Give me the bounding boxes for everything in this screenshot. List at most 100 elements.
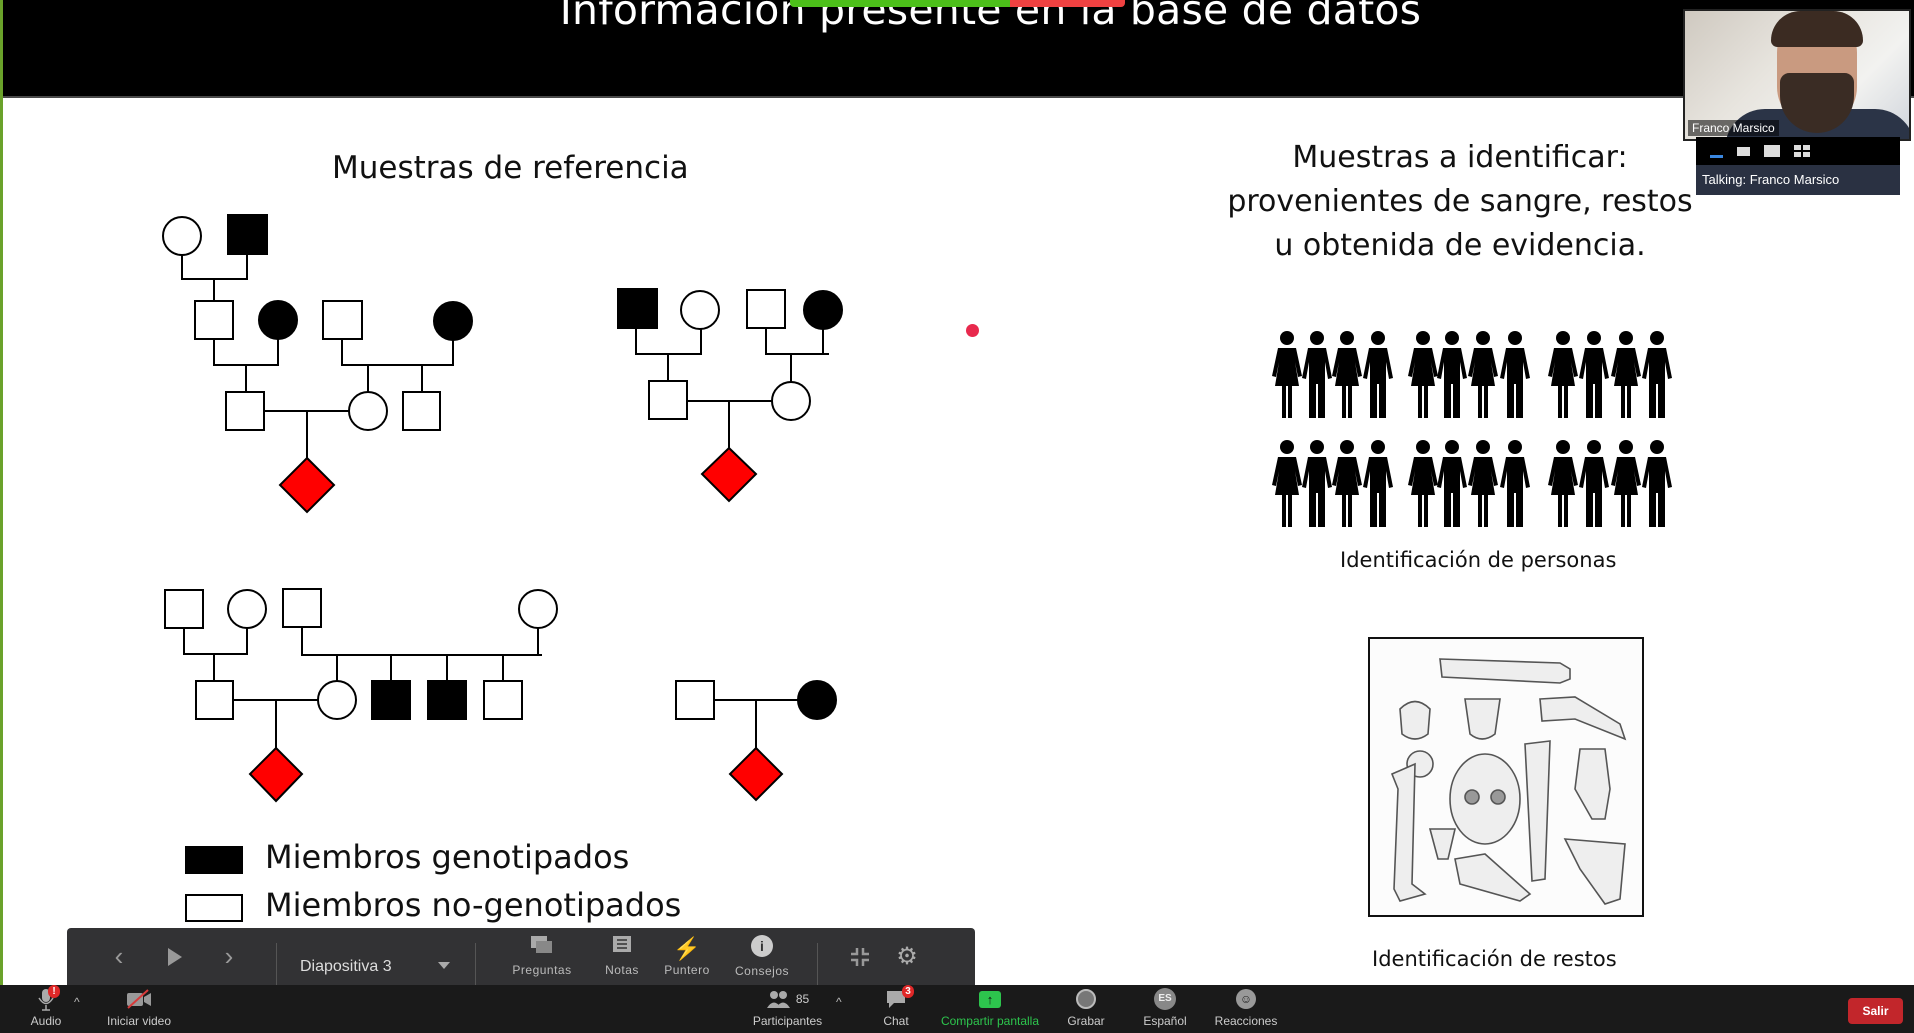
male-person-icon: [1363, 440, 1393, 527]
language-button[interactable]: ES Español: [1142, 985, 1188, 1033]
exit-fullscreen-icon[interactable]: [845, 928, 875, 985]
audio-button[interactable]: ! Audio: [26, 985, 66, 1033]
female-person-icon: [1332, 331, 1362, 418]
participants-icon: 85: [766, 985, 809, 1013]
female-person-icon: [1611, 331, 1641, 418]
record-icon-wrap: [1076, 985, 1096, 1013]
male-person-icon: [1579, 440, 1609, 527]
divider: [475, 943, 476, 985]
female-person-icon: [1548, 440, 1578, 527]
bones-illustration: [1368, 637, 1644, 917]
participants-label: Participantes: [752, 1014, 823, 1028]
skull-icon: [1449, 753, 1521, 845]
male-person-icon: [1500, 331, 1530, 418]
notes-icon: [613, 936, 631, 961]
scapula-icon: [1563, 838, 1626, 905]
female-person-icon: [1468, 331, 1498, 418]
slide-selector[interactable]: Diapositiva 3: [300, 958, 392, 976]
femur-icon: [1390, 762, 1427, 902]
notes-label: Notas: [605, 963, 639, 977]
participant-video[interactable]: Franco Marsico: [1683, 9, 1911, 141]
female-person-icon: [1611, 440, 1641, 527]
talking-indicator: Talking: Franco Marsico: [1696, 165, 1900, 195]
chat-icon: 3: [886, 985, 914, 1013]
foot-icon: [1454, 853, 1532, 902]
participant-name-label: Franco Marsico: [1688, 120, 1779, 136]
vertebra-icon: [1399, 700, 1431, 740]
forearm-bone-icon: [1439, 658, 1571, 684]
play-triangle: [168, 947, 182, 966]
female-person-icon: [1408, 331, 1438, 418]
female-person-icon: [1332, 440, 1362, 527]
play-icon[interactable]: [163, 928, 187, 985]
gallery-view-icon[interactable]: [1794, 145, 1810, 157]
leave-button[interactable]: Salir: [1848, 998, 1903, 1024]
chevron-right-icon[interactable]: ›: [217, 928, 241, 985]
skull-eye-icon: [1490, 789, 1506, 805]
reactions-button[interactable]: ☺ Reacciones: [1215, 985, 1277, 1033]
video-person-hair: [1771, 11, 1863, 47]
male-person-icon: [1302, 331, 1332, 418]
video-layout-controls: [1696, 137, 1900, 165]
divider: [817, 943, 818, 985]
male-person-icon: [1302, 440, 1332, 527]
laser-pointer-icon: ⚡: [673, 935, 701, 961]
audio-options-caret[interactable]: ^: [74, 995, 80, 1009]
share-screen-button[interactable]: ↑ Compartir pantalla: [935, 985, 1045, 1033]
language-icon-wrap: ES: [1154, 985, 1176, 1013]
tips-button[interactable]: i Consejos: [727, 928, 797, 985]
language-label: Español: [1143, 1014, 1187, 1028]
video-off-icon: [126, 985, 152, 1013]
record-icon: [1076, 989, 1096, 1009]
pointer-label: Puntero: [664, 962, 710, 977]
chevron-down-icon[interactable]: [438, 962, 450, 969]
bones-drawing: [1390, 658, 1627, 905]
audio-warning-badge: !: [48, 985, 60, 998]
pointer-button[interactable]: ⚡ Puntero: [657, 928, 717, 985]
small-video-icon[interactable]: [1737, 146, 1750, 156]
minimize-video-icon[interactable]: [1710, 154, 1723, 158]
start-video-button[interactable]: Iniciar video: [104, 985, 174, 1033]
female-person-icon: [1408, 440, 1438, 527]
female-person-icon: [1468, 440, 1498, 527]
chat-label: Chat: [883, 1014, 909, 1028]
share-screen-icon-wrap: ↑: [979, 985, 1001, 1013]
chat-unread-badge: 3: [902, 985, 914, 998]
persons-caption: Identificación de personas: [1340, 548, 1617, 572]
questions-label: Preguntas: [512, 963, 572, 977]
vertebra-side-icon: [1539, 696, 1627, 741]
vertebra-icon: [1464, 698, 1501, 740]
questions-icon: [531, 936, 553, 961]
smiley-icon: ☺: [1236, 989, 1256, 1009]
record-button[interactable]: Grabar: [1065, 985, 1107, 1033]
male-person-icon: [1437, 440, 1467, 527]
chevron-left-icon[interactable]: ‹: [107, 928, 131, 985]
tips-label: Consejos: [734, 964, 790, 978]
share-screen-icon: ↑: [979, 990, 1001, 1008]
participants-count: 85: [795, 992, 810, 1006]
share-screen-label: Compartir pantalla: [940, 1014, 1040, 1028]
questions-button[interactable]: Preguntas: [497, 928, 587, 985]
male-person-icon: [1500, 440, 1530, 527]
male-person-icon: [1642, 440, 1672, 527]
svg-text:i: i: [760, 938, 764, 954]
participants-options-caret[interactable]: ^: [836, 995, 842, 1009]
gear-icon[interactable]: ⚙: [892, 928, 922, 985]
female-person-icon: [1548, 331, 1578, 418]
large-video-icon[interactable]: [1764, 145, 1780, 157]
male-person-icon: [1642, 331, 1672, 418]
info-icon: i: [751, 935, 773, 962]
reactions-label: Reacciones: [1214, 1014, 1278, 1028]
record-label: Grabar: [1067, 1014, 1105, 1028]
skull-eye-icon: [1464, 789, 1480, 805]
chat-button[interactable]: 3 Chat: [876, 985, 916, 1033]
participants-button[interactable]: 85 Participantes: [750, 985, 825, 1033]
notes-button[interactable]: Notas: [597, 928, 647, 985]
meeting-controls-bar: ! Audio ^ Iniciar video 85 Participantes…: [0, 985, 1914, 1033]
female-person-icon: [1272, 331, 1302, 418]
divider: [276, 943, 277, 985]
female-person-icon: [1272, 440, 1302, 527]
hand-icon: [1574, 748, 1611, 820]
start-video-label: Iniciar video: [106, 1014, 172, 1028]
sacrum-icon: [1428, 828, 1457, 860]
